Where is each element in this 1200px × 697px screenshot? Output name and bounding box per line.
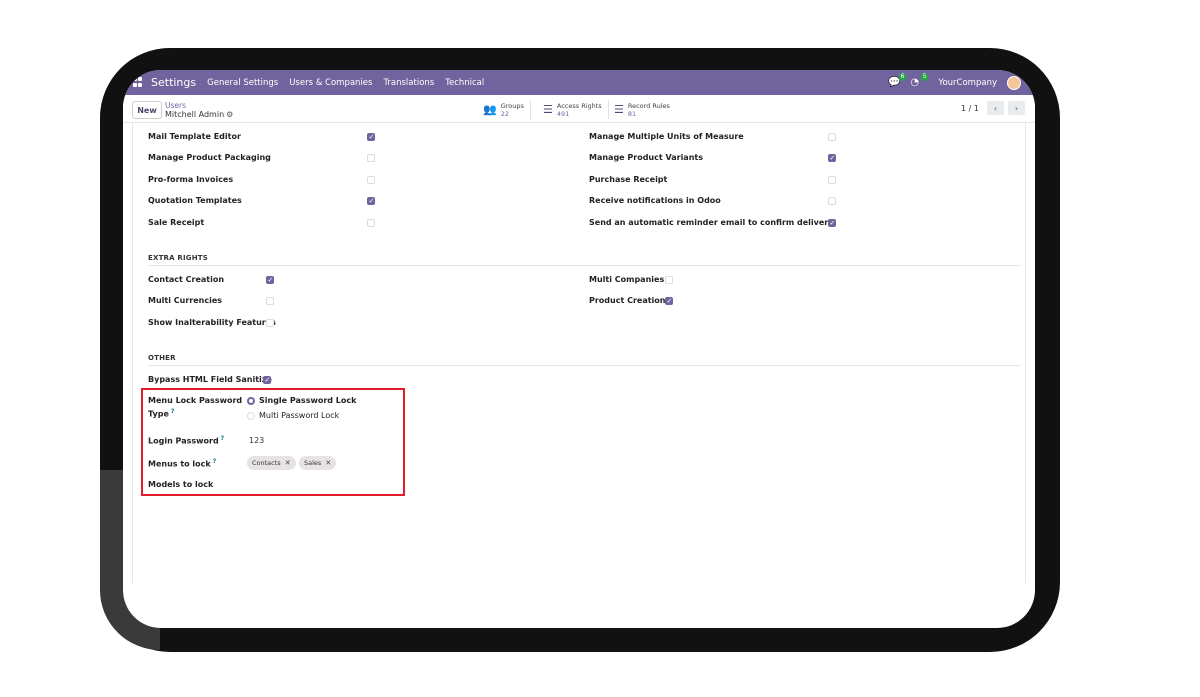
checkbox-purchase-receipt[interactable] (828, 176, 836, 184)
activity-badge: 5 (920, 72, 929, 81)
label-mail-template-editor: Mail Template Editor (148, 132, 241, 141)
label-show-inalterability: Show Inalterability Features (148, 318, 276, 327)
section-title-extra-rights: EXTRA RIGHTS (148, 254, 209, 262)
checkbox-show-inalterability[interactable] (266, 319, 274, 327)
checkbox-quotation-templates[interactable] (367, 197, 375, 205)
stat-value-access-rights: 491 (556, 109, 570, 118)
stat-value-record-rules: 81 (627, 109, 637, 118)
checkbox-product-creation[interactable] (665, 297, 673, 305)
breadcrumb-parent[interactable]: Users (165, 101, 186, 110)
user-form-sheet: Mail Template Editor Manage Product Pack… (132, 123, 1026, 583)
label-pro-forma-invoices: Pro-forma Invoices (148, 175, 234, 184)
pager-value[interactable]: 1 / 1 (961, 104, 979, 113)
list-icon: ☰ (543, 103, 553, 116)
stat-button-record-rules[interactable]: ☰ Record Rules 81 (614, 100, 676, 119)
menu-translations[interactable]: Translations (383, 78, 434, 88)
breadcrumb-current: Mitchell Admin ⚙ (165, 110, 233, 119)
activity-icon[interactable]: ◔ 5 (910, 72, 929, 88)
chat-icon[interactable]: 💬 6 (888, 72, 907, 88)
checkbox-manage-multiple-uom[interactable] (828, 133, 836, 141)
checkbox-mail-template-editor[interactable] (367, 133, 375, 141)
chevron-left-icon[interactable]: ‹ (987, 101, 1004, 115)
checkbox-contact-creation[interactable] (266, 276, 274, 284)
chevron-right-icon[interactable]: › (1008, 101, 1025, 115)
checkbox-pro-forma-invoices[interactable] (367, 176, 375, 184)
section-divider (148, 265, 1021, 266)
list-icon: ☰ (614, 103, 624, 116)
checkbox-bypass-html-sanitize[interactable] (263, 376, 271, 384)
section-divider (148, 365, 1021, 366)
chat-badge: 6 (898, 72, 907, 81)
checkbox-manage-product-variants[interactable] (828, 154, 836, 162)
menu-general-settings[interactable]: General Settings (207, 78, 278, 88)
app-title[interactable]: Settings (151, 76, 196, 89)
stat-button-access-rights[interactable]: ☰ Access Rights 491 (543, 100, 609, 119)
users-group-icon: 👥 (483, 103, 497, 116)
stat-label-access-rights: Access Rights (556, 101, 602, 110)
gear-icon[interactable]: ⚙ (226, 110, 233, 119)
top-navbar: Settings General Settings Users & Compan… (123, 70, 1035, 95)
menu-users-companies[interactable]: Users & Companies (289, 78, 372, 88)
control-panel: New Users Mitchell Admin ⚙ 👥 Groups 22 ☰ A… (123, 95, 1035, 123)
highlight-box (141, 388, 405, 496)
breadcrumb-current-label: Mitchell Admin (165, 110, 225, 119)
label-multi-currencies: Multi Currencies (148, 296, 222, 305)
apps-menu-icon[interactable] (133, 76, 145, 89)
checkbox-send-reminder-email[interactable] (828, 219, 836, 227)
label-multi-companies: Multi Companies (589, 275, 665, 284)
stat-button-groups[interactable]: 👥 Groups 22 (483, 100, 531, 119)
label-contact-creation: Contact Creation (148, 275, 225, 284)
stat-label-record-rules: Record Rules (627, 101, 670, 110)
label-quotation-templates: Quotation Templates (148, 196, 242, 205)
new-button[interactable]: New (132, 101, 162, 119)
label-manage-product-variants: Manage Product Variants (589, 153, 703, 162)
user-avatar[interactable] (1007, 75, 1021, 90)
label-manage-product-packaging: Manage Product Packaging (148, 153, 271, 162)
checkbox-manage-product-packaging[interactable] (367, 154, 375, 162)
stat-label-groups: Groups (500, 101, 524, 110)
checkbox-multi-currencies[interactable] (266, 297, 274, 305)
screen: Settings General Settings Users & Compan… (123, 70, 1035, 628)
stat-value-groups: 22 (500, 109, 509, 118)
label-product-creation: Product Creation (589, 296, 666, 305)
checkbox-sale-receipt[interactable] (367, 219, 375, 227)
label-send-reminder-email: Send an automatic reminder email to conf… (589, 218, 834, 227)
label-bypass-html-sanitize: Bypass HTML Field Sanitize (148, 375, 272, 384)
label-sale-receipt: Sale Receipt (148, 218, 205, 227)
section-title-other: OTHER (148, 354, 176, 362)
company-switcher[interactable]: YourCompany (938, 78, 997, 88)
checkbox-receive-notifications[interactable] (828, 197, 836, 205)
label-receive-notifications: Receive notifications in Odoo (589, 196, 721, 205)
label-purchase-receipt: Purchase Receipt (589, 175, 668, 184)
menu-technical[interactable]: Technical (445, 78, 484, 88)
label-manage-multiple-uom: Manage Multiple Units of Measure (589, 132, 744, 141)
pager: 1 / 1 ‹ › (961, 101, 1025, 115)
checkbox-multi-companies[interactable] (665, 276, 673, 284)
